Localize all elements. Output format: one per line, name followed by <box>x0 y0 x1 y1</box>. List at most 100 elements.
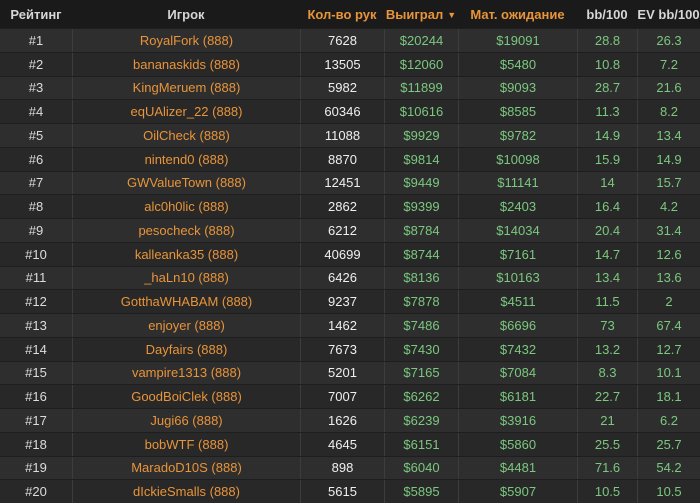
bb100-cell: 20.4 <box>577 219 637 242</box>
table-row: #15 vampire1313 (888) 5201 $7165 $7084 8.3 10.… <box>0 360 700 385</box>
bb100-cell: 14.9 <box>577 124 637 147</box>
rank-cell: #12 <box>25 294 47 310</box>
hands-cell: 12451 <box>300 171 384 195</box>
player-link[interactable]: kalleanka35 (888) <box>72 242 300 266</box>
expectation-cell: $5480 <box>458 52 577 76</box>
ev-bb100-cell: 13.4 <box>637 124 700 147</box>
bb100-cell: 71.6 <box>577 456 637 480</box>
hands-cell: 1462 <box>300 314 384 337</box>
won-cell: $9814 <box>384 147 458 171</box>
rank-cell: #11 <box>25 270 47 286</box>
table-row: #3 KingMeruem (888) 5982 $11899 $9093 28.7 21.… <box>0 75 700 100</box>
table-row: #8 alc0h0lic (888) 2862 $9399 $2403 16.4 4.2 <box>0 194 700 218</box>
column-header-hands[interactable]: Кол-во рук <box>300 7 384 22</box>
column-header-won-label: Выиграл <box>385 6 444 22</box>
table-row: #14 Dayfairs (888) 7673 $7430 $7432 13.2 12.7 <box>0 336 700 361</box>
expectation-cell: $3916 <box>458 409 577 432</box>
player-link[interactable]: GotthaWHABAM (888) <box>72 290 300 313</box>
ev-bb100-cell: 13.6 <box>637 266 700 290</box>
player-link[interactable]: vampire1313 (888) <box>72 361 300 385</box>
hands-cell: 8870 <box>300 147 384 171</box>
hands-cell: 9237 <box>300 290 384 313</box>
won-cell: $5895 <box>384 480 458 503</box>
expectation-cell: $14034 <box>458 219 577 242</box>
hands-cell: 5201 <box>300 361 384 385</box>
hands-cell: 40699 <box>300 242 384 266</box>
player-link[interactable]: eqUAlizer_22 (888) <box>72 100 300 123</box>
won-cell: $8744 <box>384 242 458 266</box>
rank-cell: #10 <box>25 246 47 262</box>
ev-bb100-cell: 12.7 <box>637 337 700 361</box>
table-row: #18 bobWTF (888) 4645 $6151 $5860 25.5 25.7 <box>0 431 700 456</box>
table-row: #7 GWValueTown (888) 12451 $9449 $11141 14 15.… <box>0 170 700 195</box>
hands-cell: 5982 <box>300 76 384 100</box>
expectation-cell: $4481 <box>458 456 577 480</box>
player-link[interactable]: RoyalFork (888) <box>72 29 300 52</box>
bb100-cell: 28.7 <box>577 76 637 100</box>
bb100-cell: 14 <box>577 171 637 195</box>
column-header-bb100[interactable]: bb/100 <box>577 7 637 22</box>
expectation-cell: $7161 <box>458 242 577 266</box>
ev-bb100-cell: 10.1 <box>637 361 700 385</box>
table-row: #11 _haLn10 (888) 6426 $8136 $10163 13.4 13.6 <box>0 265 700 290</box>
table-row: #12 GotthaWHABAM (888) 9237 $7878 $4511 11.5 2 <box>0 289 700 313</box>
ev-bb100-cell: 8.2 <box>637 100 700 123</box>
table-row: #1 RoyalFork (888) 7628 $20244 $19091 28.8 26.… <box>0 28 700 52</box>
table-row: #16 GoodBoiClek (888) 7007 $6262 $6181 22.7 18… <box>0 384 700 408</box>
player-link[interactable]: _haLn10 (888) <box>72 266 300 290</box>
ev-bb100-cell: 25.7 <box>637 432 700 456</box>
table-row: #2 bananaskids (888) 13505 $12060 $5480 10.8 7… <box>0 51 700 76</box>
ev-bb100-cell: 67.4 <box>637 314 700 337</box>
hands-cell: 2862 <box>300 195 384 218</box>
player-link[interactable]: pesocheck (888) <box>72 219 300 242</box>
hands-cell: 7673 <box>300 337 384 361</box>
column-header-rating[interactable]: Рейтинг <box>0 7 72 22</box>
bb100-cell: 13.2 <box>577 337 637 361</box>
table-body: #1 RoyalFork (888) 7628 $20244 $19091 28.8 26.… <box>0 28 700 503</box>
player-link[interactable]: OilCheck (888) <box>72 124 300 147</box>
rank-cell: #15 <box>25 365 47 381</box>
won-cell: $8784 <box>384 219 458 242</box>
column-header-expectation[interactable]: Мат. ожидание <box>458 7 577 22</box>
player-link[interactable]: Dayfairs (888) <box>72 337 300 361</box>
column-header-player[interactable]: Игрок <box>72 7 300 22</box>
hands-cell: 6426 <box>300 266 384 290</box>
hands-cell: 4645 <box>300 432 384 456</box>
bb100-cell: 13.4 <box>577 266 637 290</box>
bb100-cell: 10.8 <box>577 52 637 76</box>
player-link[interactable]: bananaskids (888) <box>72 52 300 76</box>
ev-bb100-cell: 31.4 <box>637 219 700 242</box>
won-cell: $10616 <box>384 100 458 123</box>
expectation-cell: $6696 <box>458 314 577 337</box>
won-cell: $9929 <box>384 124 458 147</box>
rank-cell: #7 <box>28 175 44 191</box>
player-link[interactable]: GoodBoiClek (888) <box>72 385 300 408</box>
won-cell: $6262 <box>384 385 458 408</box>
bb100-cell: 22.7 <box>577 385 637 408</box>
player-link[interactable]: Jugi66 (888) <box>72 409 300 432</box>
column-header-ev-bb100[interactable]: EV bb/100 <box>637 7 700 22</box>
ev-bb100-cell: 15.7 <box>637 171 700 195</box>
player-link[interactable]: GWValueTown (888) <box>72 171 300 195</box>
sort-desc-icon: ▼ <box>447 9 457 20</box>
player-link[interactable]: alc0h0lic (888) <box>72 195 300 218</box>
player-link[interactable]: nintend0 (888) <box>72 147 300 171</box>
expectation-cell: $7084 <box>458 361 577 385</box>
won-cell: $7878 <box>384 290 458 313</box>
leaderboard-app: Рейтинг Игрок Кол-во рук Выиграл ▼ Мат. о… <box>0 0 700 503</box>
player-link[interactable]: bobWTF (888) <box>72 432 300 456</box>
player-link[interactable]: MaradoD10S (888) <box>72 456 300 480</box>
player-link[interactable]: KingMeruem (888) <box>72 76 300 100</box>
column-header-won[interactable]: Выиграл ▼ <box>384 7 458 22</box>
player-link[interactable]: enjoyer (888) <box>72 314 300 337</box>
table-row: #20 dIckieSmalls (888) 5615 $5895 $5907 10.5 1… <box>0 479 700 503</box>
hands-cell: 1626 <box>300 409 384 432</box>
bb100-cell: 15.9 <box>577 147 637 171</box>
won-cell: $20244 <box>384 29 458 52</box>
hands-cell: 6212 <box>300 219 384 242</box>
player-link[interactable]: dIckieSmalls (888) <box>72 480 300 503</box>
rank-cell: #3 <box>28 80 44 96</box>
hands-cell: 7007 <box>300 385 384 408</box>
won-cell: $7486 <box>384 314 458 337</box>
rank-cell: #5 <box>28 127 44 143</box>
